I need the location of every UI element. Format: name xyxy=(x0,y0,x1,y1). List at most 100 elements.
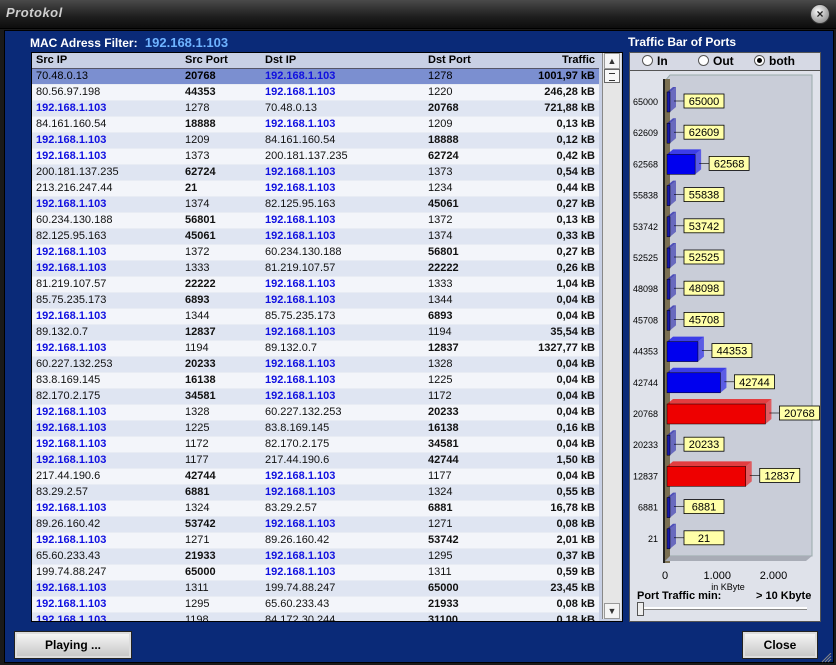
table-row[interactable]: 85.75.235.173 6893 192.168.1.103 1344 0,04 k… xyxy=(32,293,599,309)
table-row[interactable]: 192.168.1.103 1209 84.161.160.54 18888 0,12 … xyxy=(32,133,599,149)
col-src-ip[interactable]: Src IP xyxy=(36,54,67,66)
table-row[interactable]: 192.168.1.103 1372 60.234.130.188 56801 0,27… xyxy=(32,245,599,261)
resize-grip-icon[interactable] xyxy=(820,653,832,663)
table-row[interactable]: 192.168.1.103 1328 60.227.132.253 20233 0,04… xyxy=(32,405,599,421)
cell-traffic: 0,26 kB xyxy=(556,262,595,274)
scroll-thumb[interactable] xyxy=(604,69,620,83)
table-row[interactable]: 192.168.1.103 1177 217.44.190.6 42744 1,50 k… xyxy=(32,453,599,469)
cell-src-ip: 83.29.2.57 xyxy=(36,486,88,498)
bar-value-label: 62609 xyxy=(689,127,720,139)
cell-src-port: 1271 xyxy=(185,534,210,546)
table-row[interactable]: 192.168.1.103 1374 82.125.95.163 45061 0,27 … xyxy=(32,197,599,213)
bar-value-label: 45708 xyxy=(689,314,720,326)
title-bar[interactable]: Protokol × xyxy=(0,0,836,29)
table-row[interactable]: 213.216.247.44 21 192.168.1.103 1234 0,44 kB xyxy=(32,181,599,197)
table-row[interactable]: 199.74.88.247 65000 192.168.1.103 1311 0,59 … xyxy=(32,565,599,581)
table-row[interactable]: 65.60.233.43 21933 192.168.1.103 1295 0,37 k… xyxy=(32,549,599,565)
cell-src-ip: 80.56.97.198 xyxy=(36,86,101,98)
table-row[interactable]: 80.56.97.198 44353 192.168.1.103 1220 246,28… xyxy=(32,85,599,101)
window-close-icon[interactable]: × xyxy=(810,4,830,24)
table-row[interactable]: 192.168.1.103 1278 70.48.0.13 20768 721,88 k… xyxy=(32,101,599,117)
cell-src-ip: 192.168.1.103 xyxy=(36,438,107,450)
table-row[interactable]: 89.132.0.7 12837 192.168.1.103 1194 35,54 kB xyxy=(32,325,599,341)
cell-dst-ip: 217.44.190.6 xyxy=(265,454,330,466)
cell-src-port: 53742 xyxy=(185,518,216,530)
table-row[interactable]: 60.227.132.253 20233 192.168.1.103 1328 0,04… xyxy=(32,357,599,373)
cell-src-port: 62724 xyxy=(185,166,216,178)
scroll-up-icon[interactable]: ▲ xyxy=(604,53,620,69)
y-tick-label: 45708 xyxy=(633,315,658,325)
table-row[interactable]: 217.44.190.6 42744 192.168.1.103 1177 0,04 k… xyxy=(32,469,599,485)
cell-dst-ip: 192.168.1.103 xyxy=(265,486,336,498)
cell-traffic: 0,04 kB xyxy=(556,406,595,418)
cell-src-port: 1373 xyxy=(185,150,210,162)
table-row[interactable]: 83.29.2.57 6881 192.168.1.103 1324 0,55 kB xyxy=(32,485,599,501)
cell-dst-ip: 89.132.0.7 xyxy=(265,342,317,354)
col-dst-ip[interactable]: Dst IP xyxy=(265,54,296,66)
cell-src-ip: 82.170.2.175 xyxy=(36,390,101,402)
cell-src-ip: 81.219.107.57 xyxy=(36,278,107,290)
table-row[interactable]: 60.234.130.188 56801 192.168.1.103 1372 0,13… xyxy=(32,213,599,229)
cell-traffic: 35,54 kB xyxy=(550,326,595,338)
cell-traffic: 0,27 kB xyxy=(556,246,595,258)
table-row[interactable]: 192.168.1.103 1324 83.29.2.57 6881 16,78 kB xyxy=(32,501,599,517)
table-row[interactable]: 192.168.1.103 1344 85.75.235.173 6893 0,04 k… xyxy=(32,309,599,325)
cell-src-port: 56801 xyxy=(185,214,216,226)
cell-src-ip: 217.44.190.6 xyxy=(36,470,101,482)
bar-top xyxy=(667,149,702,155)
table-row[interactable]: 192.168.1.103 1198 84.172.30.244 31100 0,18 … xyxy=(32,613,599,621)
table-row[interactable]: 192.168.1.103 1311 199.74.88.247 65000 23,45… xyxy=(32,581,599,597)
table-row[interactable]: 192.168.1.103 1172 82.170.2.175 34581 0,04 k… xyxy=(32,437,599,453)
radio-in[interactable]: In xyxy=(642,54,668,68)
radio-out[interactable]: Out xyxy=(698,54,734,68)
cell-src-ip: 192.168.1.103 xyxy=(36,262,107,274)
close-button[interactable]: Close xyxy=(742,631,818,659)
table-row[interactable]: 192.168.1.103 1373 200.181.137.235 62724 0,4… xyxy=(32,149,599,165)
table-row[interactable]: 192.168.1.103 1194 89.132.0.7 12837 1327,77 … xyxy=(32,341,599,357)
y-tick-label: 48098 xyxy=(633,284,658,294)
table-row[interactable]: 192.168.1.103 1295 65.60.233.43 21933 0,08 k… xyxy=(32,597,599,613)
radio-both[interactable]: both xyxy=(754,54,795,68)
cell-dst-port: 42744 xyxy=(428,454,459,466)
playing-button[interactable]: Playing ... xyxy=(14,631,132,659)
cell-dst-port: 1177 xyxy=(428,470,452,482)
table-row[interactable]: 83.8.169.145 16138 192.168.1.103 1225 0,04 k… xyxy=(32,373,599,389)
slider-thumb[interactable] xyxy=(637,602,644,616)
cell-traffic: 0,04 kB xyxy=(556,358,595,370)
cell-traffic: 0,04 kB xyxy=(556,438,595,450)
cell-dst-ip: 192.168.1.103 xyxy=(265,294,336,306)
cell-dst-ip: 192.168.1.103 xyxy=(265,214,336,226)
slider-track xyxy=(637,607,807,610)
table-row[interactable]: 192.168.1.103 1271 89.26.160.42 53742 2,01 k… xyxy=(32,533,599,549)
cell-dst-port: 1172 xyxy=(428,390,452,402)
col-dst-port[interactable]: Dst Port xyxy=(428,54,471,66)
table-row[interactable]: 89.26.160.42 53742 192.168.1.103 1271 0,08 k… xyxy=(32,517,599,533)
table-row[interactable]: 192.168.1.103 1225 83.8.169.145 16138 0,16 k… xyxy=(32,421,599,437)
table-row[interactable]: 81.219.107.57 22222 192.168.1.103 1333 1,04 … xyxy=(32,277,599,293)
table-row[interactable]: 82.170.2.175 34581 192.168.1.103 1172 0,04 k… xyxy=(32,389,599,405)
cell-dst-port: 22222 xyxy=(428,262,459,274)
col-traffic[interactable]: Traffic xyxy=(562,54,595,66)
cell-src-port: 1295 xyxy=(185,598,210,610)
table-row[interactable]: 192.168.1.103 1333 81.219.107.57 22222 0,26 … xyxy=(32,261,599,277)
y-tick-label: 12837 xyxy=(633,471,658,481)
port-traffic-min-slider[interactable] xyxy=(637,602,807,616)
cell-src-port: 1278 xyxy=(185,102,210,114)
cell-dst-port: 56801 xyxy=(428,246,459,258)
table-row[interactable]: 70.48.0.13 20768 192.168.1.103 1278 1001,97 … xyxy=(32,69,599,85)
table-row[interactable]: 200.181.137.235 62724 192.168.1.103 1373 0,5… xyxy=(32,165,599,181)
table-scrollbar[interactable]: ▲ ▼ xyxy=(602,53,621,619)
table-row[interactable]: 84.161.160.54 18888 192.168.1.103 1209 0,13 … xyxy=(32,117,599,133)
cell-src-port: 1225 xyxy=(185,422,210,434)
protocol-table[interactable]: Src IP Src Port Dst IP Dst Port Traffic … xyxy=(31,52,623,622)
port-traffic-chart: 65000 65000 62609 62609 62568 62568 55838 55838… xyxy=(629,70,821,622)
cell-src-ip: 89.26.160.42 xyxy=(36,518,101,530)
cell-src-port: 1344 xyxy=(185,310,210,322)
scroll-down-icon[interactable]: ▼ xyxy=(604,603,620,619)
cell-dst-port: 16138 xyxy=(428,422,459,434)
cell-dst-ip: 192.168.1.103 xyxy=(265,326,336,338)
cell-src-ip: 65.60.233.43 xyxy=(36,550,101,562)
col-src-port[interactable]: Src Port xyxy=(185,54,228,66)
table-row[interactable]: 82.125.95.163 45061 192.168.1.103 1374 0,33 … xyxy=(32,229,599,245)
cell-src-port: 1328 xyxy=(185,406,210,418)
